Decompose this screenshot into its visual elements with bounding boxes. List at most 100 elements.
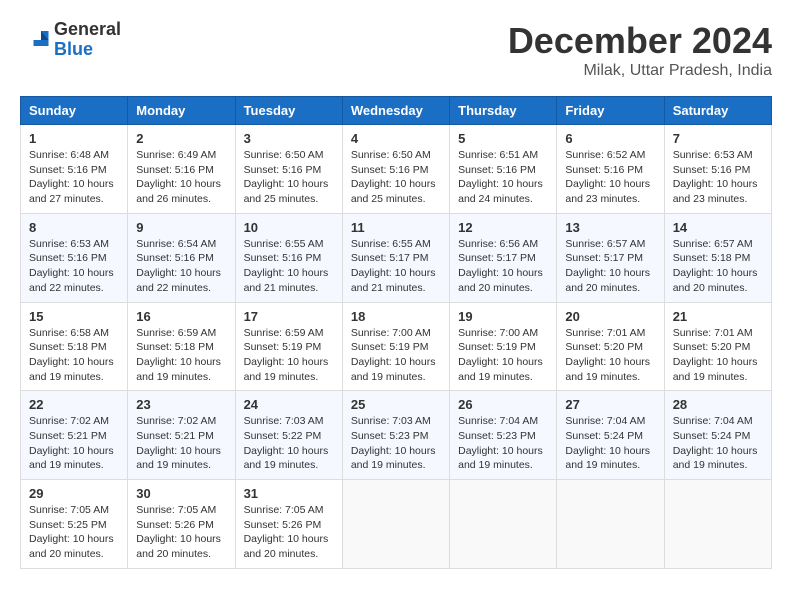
day-number: 25 <box>351 397 441 412</box>
day-number: 8 <box>29 220 119 235</box>
calendar-day-cell: 10 Sunrise: 6:55 AM Sunset: 5:16 PM Dayl… <box>235 213 342 302</box>
header-wednesday: Wednesday <box>342 97 449 125</box>
calendar-day-cell: 23 Sunrise: 7:02 AM Sunset: 5:21 PM Dayl… <box>128 391 235 480</box>
calendar-day-cell: 14 Sunrise: 6:57 AM Sunset: 5:18 PM Dayl… <box>664 213 771 302</box>
title-section: December 2024 Milak, Uttar Pradesh, Indi… <box>508 20 772 80</box>
calendar-day-cell: 20 Sunrise: 7:01 AM Sunset: 5:20 PM Dayl… <box>557 302 664 391</box>
calendar-day-cell: 2 Sunrise: 6:49 AM Sunset: 5:16 PM Dayli… <box>128 125 235 214</box>
day-number: 29 <box>29 486 119 501</box>
day-number: 24 <box>244 397 334 412</box>
calendar-table: Sunday Monday Tuesday Wednesday Thursday… <box>20 96 772 569</box>
day-number: 16 <box>136 309 226 324</box>
day-number: 17 <box>244 309 334 324</box>
day-number: 27 <box>565 397 655 412</box>
day-info: Sunrise: 6:58 AM Sunset: 5:18 PM Dayligh… <box>29 326 119 385</box>
weekday-header-row: Sunday Monday Tuesday Wednesday Thursday… <box>21 97 772 125</box>
day-number: 23 <box>136 397 226 412</box>
calendar-week-row: 8 Sunrise: 6:53 AM Sunset: 5:16 PM Dayli… <box>21 213 772 302</box>
day-info: Sunrise: 6:50 AM Sunset: 5:16 PM Dayligh… <box>244 148 334 207</box>
calendar-day-cell: 28 Sunrise: 7:04 AM Sunset: 5:24 PM Dayl… <box>664 391 771 480</box>
day-number: 7 <box>673 131 763 146</box>
day-number: 13 <box>565 220 655 235</box>
calendar-day-cell: 3 Sunrise: 6:50 AM Sunset: 5:16 PM Dayli… <box>235 125 342 214</box>
day-info: Sunrise: 7:04 AM Sunset: 5:23 PM Dayligh… <box>458 414 548 473</box>
day-number: 4 <box>351 131 441 146</box>
day-info: Sunrise: 6:48 AM Sunset: 5:16 PM Dayligh… <box>29 148 119 207</box>
calendar-day-cell: 22 Sunrise: 7:02 AM Sunset: 5:21 PM Dayl… <box>21 391 128 480</box>
calendar-day-cell: 21 Sunrise: 7:01 AM Sunset: 5:20 PM Dayl… <box>664 302 771 391</box>
header-saturday: Saturday <box>664 97 771 125</box>
logo-general: General <box>54 20 121 40</box>
calendar-week-row: 1 Sunrise: 6:48 AM Sunset: 5:16 PM Dayli… <box>21 125 772 214</box>
calendar-empty-cell <box>450 480 557 569</box>
calendar-body: 1 Sunrise: 6:48 AM Sunset: 5:16 PM Dayli… <box>21 125 772 569</box>
day-info: Sunrise: 7:02 AM Sunset: 5:21 PM Dayligh… <box>29 414 119 473</box>
day-number: 5 <box>458 131 548 146</box>
day-number: 9 <box>136 220 226 235</box>
header-tuesday: Tuesday <box>235 97 342 125</box>
calendar-day-cell: 12 Sunrise: 6:56 AM Sunset: 5:17 PM Dayl… <box>450 213 557 302</box>
calendar-week-row: 22 Sunrise: 7:02 AM Sunset: 5:21 PM Dayl… <box>21 391 772 480</box>
header-thursday: Thursday <box>450 97 557 125</box>
calendar-empty-cell <box>342 480 449 569</box>
calendar-week-row: 15 Sunrise: 6:58 AM Sunset: 5:18 PM Dayl… <box>21 302 772 391</box>
calendar-day-cell: 18 Sunrise: 7:00 AM Sunset: 5:19 PM Dayl… <box>342 302 449 391</box>
day-info: Sunrise: 6:57 AM Sunset: 5:18 PM Dayligh… <box>673 237 763 296</box>
logo-text: General Blue <box>54 20 121 60</box>
calendar-day-cell: 8 Sunrise: 6:53 AM Sunset: 5:16 PM Dayli… <box>21 213 128 302</box>
calendar-day-cell: 17 Sunrise: 6:59 AM Sunset: 5:19 PM Dayl… <box>235 302 342 391</box>
day-info: Sunrise: 7:01 AM Sunset: 5:20 PM Dayligh… <box>673 326 763 385</box>
calendar-day-cell: 1 Sunrise: 6:48 AM Sunset: 5:16 PM Dayli… <box>21 125 128 214</box>
day-info: Sunrise: 6:59 AM Sunset: 5:18 PM Dayligh… <box>136 326 226 385</box>
calendar-day-cell: 13 Sunrise: 6:57 AM Sunset: 5:17 PM Dayl… <box>557 213 664 302</box>
day-info: Sunrise: 7:02 AM Sunset: 5:21 PM Dayligh… <box>136 414 226 473</box>
day-info: Sunrise: 6:50 AM Sunset: 5:16 PM Dayligh… <box>351 148 441 207</box>
calendar-day-cell: 25 Sunrise: 7:03 AM Sunset: 5:23 PM Dayl… <box>342 391 449 480</box>
month-title: December 2024 <box>508 20 772 62</box>
header-sunday: Sunday <box>21 97 128 125</box>
day-info: Sunrise: 6:53 AM Sunset: 5:16 PM Dayligh… <box>673 148 763 207</box>
day-number: 22 <box>29 397 119 412</box>
day-info: Sunrise: 6:56 AM Sunset: 5:17 PM Dayligh… <box>458 237 548 296</box>
calendar-day-cell: 7 Sunrise: 6:53 AM Sunset: 5:16 PM Dayli… <box>664 125 771 214</box>
calendar-day-cell: 5 Sunrise: 6:51 AM Sunset: 5:16 PM Dayli… <box>450 125 557 214</box>
calendar-empty-cell <box>664 480 771 569</box>
day-info: Sunrise: 7:05 AM Sunset: 5:26 PM Dayligh… <box>136 503 226 562</box>
day-info: Sunrise: 6:53 AM Sunset: 5:16 PM Dayligh… <box>29 237 119 296</box>
calendar-day-cell: 26 Sunrise: 7:04 AM Sunset: 5:23 PM Dayl… <box>450 391 557 480</box>
calendar-week-row: 29 Sunrise: 7:05 AM Sunset: 5:25 PM Dayl… <box>21 480 772 569</box>
calendar-day-cell: 6 Sunrise: 6:52 AM Sunset: 5:16 PM Dayli… <box>557 125 664 214</box>
day-number: 1 <box>29 131 119 146</box>
day-number: 15 <box>29 309 119 324</box>
day-number: 12 <box>458 220 548 235</box>
day-info: Sunrise: 7:00 AM Sunset: 5:19 PM Dayligh… <box>458 326 548 385</box>
day-number: 18 <box>351 309 441 324</box>
header-friday: Friday <box>557 97 664 125</box>
day-number: 28 <box>673 397 763 412</box>
day-info: Sunrise: 7:03 AM Sunset: 5:23 PM Dayligh… <box>351 414 441 473</box>
day-number: 21 <box>673 309 763 324</box>
logo-icon <box>20 25 50 55</box>
calendar-day-cell: 30 Sunrise: 7:05 AM Sunset: 5:26 PM Dayl… <box>128 480 235 569</box>
day-info: Sunrise: 6:49 AM Sunset: 5:16 PM Dayligh… <box>136 148 226 207</box>
day-number: 26 <box>458 397 548 412</box>
day-info: Sunrise: 7:04 AM Sunset: 5:24 PM Dayligh… <box>565 414 655 473</box>
calendar-day-cell: 11 Sunrise: 6:55 AM Sunset: 5:17 PM Dayl… <box>342 213 449 302</box>
day-number: 11 <box>351 220 441 235</box>
day-info: Sunrise: 6:54 AM Sunset: 5:16 PM Dayligh… <box>136 237 226 296</box>
calendar-day-cell: 16 Sunrise: 6:59 AM Sunset: 5:18 PM Dayl… <box>128 302 235 391</box>
calendar-day-cell: 31 Sunrise: 7:05 AM Sunset: 5:26 PM Dayl… <box>235 480 342 569</box>
day-info: Sunrise: 6:55 AM Sunset: 5:16 PM Dayligh… <box>244 237 334 296</box>
calendar-day-cell: 4 Sunrise: 6:50 AM Sunset: 5:16 PM Dayli… <box>342 125 449 214</box>
day-number: 6 <box>565 131 655 146</box>
day-number: 3 <box>244 131 334 146</box>
day-info: Sunrise: 6:52 AM Sunset: 5:16 PM Dayligh… <box>565 148 655 207</box>
day-number: 2 <box>136 131 226 146</box>
day-number: 30 <box>136 486 226 501</box>
logo-blue: Blue <box>54 40 121 60</box>
day-number: 14 <box>673 220 763 235</box>
page-header: General Blue December 2024 Milak, Uttar … <box>20 20 772 80</box>
calendar-day-cell: 27 Sunrise: 7:04 AM Sunset: 5:24 PM Dayl… <box>557 391 664 480</box>
day-info: Sunrise: 6:57 AM Sunset: 5:17 PM Dayligh… <box>565 237 655 296</box>
day-info: Sunrise: 7:03 AM Sunset: 5:22 PM Dayligh… <box>244 414 334 473</box>
